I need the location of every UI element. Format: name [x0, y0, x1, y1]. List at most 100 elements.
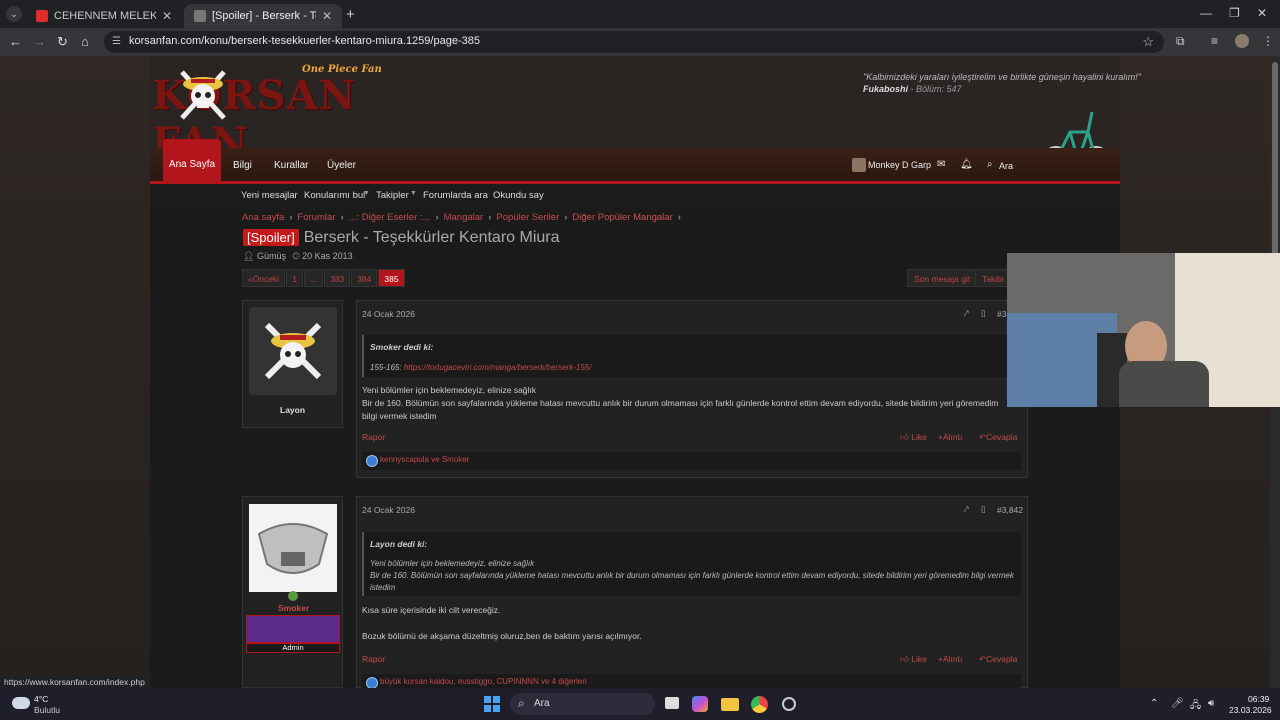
username[interactable]: Smoker [278, 603, 309, 613]
subnav-find-threads[interactable]: Konularımı bul [304, 190, 365, 201]
subnav-follows[interactable]: Takipler [376, 190, 409, 201]
youtube-icon [36, 10, 48, 22]
reactions-bar[interactable]: kennyscapula ve Smoker [362, 452, 1021, 470]
reactions-bar[interactable]: büyük korsan kaidou, eusstiggo, CUPINNNN… [362, 674, 1021, 689]
header-quote: "Kalbimizdeki yaraları iyileştirelim ve … [863, 72, 1141, 82]
post-number[interactable]: #3,842 [997, 505, 1023, 515]
quote-button[interactable]: +Alıntı [938, 432, 962, 442]
nav-user-name[interactable]: Monkey D Garp [868, 147, 931, 183]
close-window-icon[interactable]: ✕ [1257, 6, 1267, 20]
reply-button[interactable]: ↶Cevapla [979, 432, 1017, 443]
post-date[interactable]: 24 Ocak 2026 [362, 505, 415, 515]
reload-icon[interactable]: ↻ [57, 34, 68, 50]
bookmark-star-icon[interactable]: ☆ [1142, 34, 1154, 50]
weather-cloud-icon[interactable] [12, 697, 30, 709]
minimize-icon[interactable]: — [1200, 6, 1212, 20]
close-tab-icon[interactable]: ✕ [322, 9, 332, 23]
breadcrumb-item[interactable]: Ana sayfa [242, 212, 284, 223]
back-icon[interactable]: ← [9, 34, 22, 49]
bookmark-icon[interactable]: ▯ [981, 308, 986, 319]
nav-bilgi[interactable]: Bilgi [233, 148, 252, 184]
pagination-prev[interactable]: «Önceki [242, 269, 286, 287]
clock-time[interactable]: 06:39 [1248, 694, 1269, 704]
avatar[interactable] [249, 504, 337, 592]
pagination-page[interactable]: 384 [351, 269, 378, 287]
breadcrumb-item[interactable]: ...: Diğer Eserler :... [349, 212, 431, 223]
nav-home-tab[interactable]: Ana Sayfa [163, 139, 221, 184]
share-icon[interactable]: ⤤ [964, 504, 969, 515]
thread-author[interactable]: Gümüş [257, 251, 286, 261]
quote-author[interactable]: Smoker dedi ki: [370, 342, 433, 352]
subnav-search-forums[interactable]: Forumlarda ara [423, 190, 488, 201]
nav-search-icon[interactable]: ⌕ [987, 147, 993, 183]
file-explorer-icon[interactable] [721, 698, 739, 711]
pagination-page[interactable]: 1 [286, 269, 303, 287]
breadcrumb-item[interactable]: Forumlar [297, 212, 335, 223]
reactions-list[interactable]: büyük korsan kaidou, eusstiggo, CUPINNNN… [380, 677, 587, 686]
site-logo[interactable]: One Piece Fan KORSAN FAN [152, 62, 437, 166]
forward-icon[interactable]: → [33, 34, 46, 49]
quote-link[interactable]: https://tortugaceviri.com/manga/berserk/… [404, 363, 592, 372]
scrollbar-thumb[interactable] [1272, 62, 1278, 257]
extensions-icon[interactable]: ⧉ [1176, 34, 1185, 49]
taskbar-search[interactable]: ⌕ Ara [510, 693, 655, 715]
task-view-icon[interactable] [665, 697, 679, 709]
unfollow-button[interactable]: Takibi bırak [975, 269, 1010, 287]
report-link[interactable]: Rapor [362, 432, 385, 442]
quote-button[interactable]: +Alıntı [938, 654, 962, 664]
go-to-last-post-button[interactable]: Son mesaja git [907, 269, 978, 287]
nav-kurallar[interactable]: Kurallar [274, 148, 308, 184]
chrome-icon[interactable] [751, 696, 768, 713]
pagination-ellipsis[interactable]: ... [303, 269, 324, 287]
alerts-bell-icon[interactable]: 🔔︎ [960, 147, 973, 183]
avatar[interactable] [249, 307, 337, 395]
breadcrumb-item[interactable]: Mangalar [444, 212, 484, 223]
reply-button[interactable]: ↶Cevapla [979, 654, 1017, 665]
nav-search-label[interactable]: Ara [999, 148, 1013, 184]
pagination-page-current[interactable]: 385 [378, 269, 405, 287]
new-tab-button[interactable]: + [346, 6, 355, 23]
home-icon[interactable]: ⌂ [81, 34, 89, 49]
address-bar[interactable]: ☰ korsanfan.com/konu/berserk-tesekkuerle… [104, 31, 1164, 53]
tab-search-button[interactable]: ⌄ [6, 6, 22, 22]
weather-description[interactable]: Bulutlu [34, 705, 60, 715]
copilot-icon[interactable] [692, 696, 708, 712]
microphone-icon[interactable]: 🎤︎ [1171, 698, 1184, 709]
site-info-icon[interactable]: ☰ [112, 36, 121, 47]
browser-tab-1[interactable]: CEHENNEM MELEKLERİ - TANRI... ✕ [26, 4, 182, 28]
app-icon[interactable] [782, 697, 796, 711]
reactions-list[interactable]: kennyscapula ve Smoker [380, 455, 469, 464]
restore-icon[interactable]: ❐ [1229, 6, 1240, 20]
profile-avatar-icon[interactable] [1235, 34, 1249, 48]
browser-tab-2-active[interactable]: [Spoiler] - Berserk - Teşekkürler... ✕ [184, 4, 342, 28]
weather-temperature[interactable]: 4°C [34, 694, 48, 704]
like-button[interactable]: 👍︎ Like [900, 654, 927, 665]
menu-icon[interactable]: ⋮ [1262, 34, 1274, 48]
network-icon[interactable]: 🖧︎ [1190, 698, 1201, 715]
share-icon[interactable]: ⤤ [964, 308, 969, 319]
nav-uyeler[interactable]: Üyeler [327, 148, 356, 184]
subnav-mark-read[interactable]: Okundu say [493, 190, 544, 201]
inbox-icon[interactable]: ✉ [937, 147, 945, 183]
user-avatar[interactable] [852, 158, 866, 172]
volume-icon[interactable]: 🔊︎ [1208, 698, 1214, 709]
quote-line: istedim [370, 583, 396, 592]
media-icon[interactable]: ≡ [1211, 34, 1218, 48]
bookmark-icon[interactable]: ▯ [981, 504, 986, 515]
close-tab-icon[interactable]: ✕ [162, 9, 172, 23]
report-link[interactable]: Rapor [362, 654, 385, 664]
breadcrumb-item[interactable]: Popüler Seriler [496, 212, 559, 223]
dropdown-caret-icon[interactable]: ▼ [410, 190, 417, 197]
username[interactable]: Layon [280, 405, 305, 415]
clock-date[interactable]: 23.03.2026 [1229, 705, 1272, 715]
subnav-new-messages[interactable]: Yeni mesajlar [241, 190, 298, 201]
thread-date[interactable]: 20 Kas 2013 [302, 251, 353, 261]
post-date[interactable]: 24 Ocak 2026 [362, 309, 415, 319]
dropdown-caret-icon[interactable]: ▼ [363, 190, 370, 197]
windows-start-icon[interactable] [484, 696, 500, 712]
pagination-page[interactable]: 383 [324, 269, 351, 287]
quote-author[interactable]: Layon dedi ki: [370, 539, 427, 549]
like-button[interactable]: 👍︎ Like [900, 432, 927, 443]
breadcrumb-item[interactable]: Diğer Popüler Mangalar [572, 212, 672, 223]
tray-expand-icon[interactable]: ⌃ [1150, 698, 1158, 709]
